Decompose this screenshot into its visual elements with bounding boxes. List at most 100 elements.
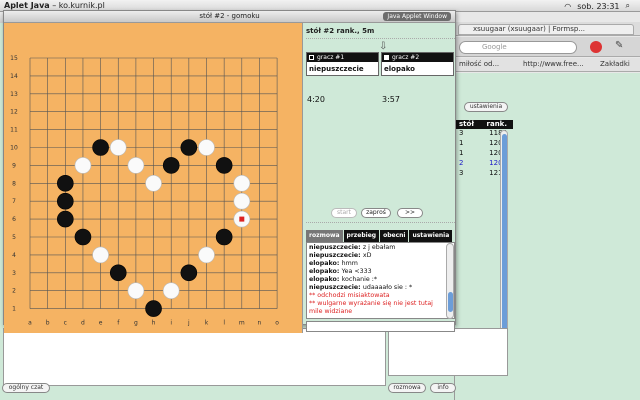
- chat-nick: niepuszczecie:: [309, 284, 363, 291]
- black-stone: [215, 228, 233, 246]
- white-stone: [127, 157, 145, 174]
- tab-history[interactable]: przebieg: [343, 230, 380, 242]
- white-stone: [233, 175, 251, 192]
- lobby-user-list[interactable]: [388, 328, 508, 376]
- black-stone: [109, 264, 127, 282]
- column-label: f: [117, 320, 120, 327]
- row-label: 5: [12, 234, 16, 241]
- player-1-card[interactable]: gracz #1 niepuszczecie: [306, 52, 379, 76]
- chat-text: kochanie :*: [341, 276, 378, 283]
- lobby-chat-area[interactable]: [3, 328, 386, 386]
- stop-icon[interactable]: [590, 41, 602, 53]
- rank-scrollbar-thumb[interactable]: [502, 134, 507, 358]
- more-button[interactable]: >>: [397, 208, 423, 218]
- general-chat-button[interactable]: ogólny czat: [2, 383, 50, 393]
- rank-row-table: 1: [459, 139, 464, 147]
- chat-scrollbar-thumb[interactable]: [448, 292, 453, 312]
- column-label: a: [28, 320, 32, 327]
- black-stone: [180, 264, 198, 282]
- rank-row-table: 3: [459, 169, 464, 177]
- rank-table-header: stół rank.: [455, 120, 513, 129]
- row-label: 3: [12, 270, 16, 277]
- info-button[interactable]: info: [430, 383, 456, 393]
- tab-settings[interactable]: ustawienia: [409, 230, 453, 242]
- chat-text: xD: [362, 252, 372, 259]
- column-label: i: [170, 320, 172, 327]
- white-stone: [127, 282, 145, 300]
- tab-present[interactable]: obecni: [380, 230, 409, 242]
- tab-chat[interactable]: rozmowa: [306, 230, 343, 242]
- white-stone: [162, 282, 180, 300]
- chat-message: ** wulgarne wyrażanie się nie jest tutaj…: [309, 300, 433, 315]
- browser-tab[interactable]: xsuugaar (xsuugaar) | Formsp...: [458, 24, 634, 35]
- applet-title-bar[interactable]: stół #2 - gomoku Java Applet Window: [4, 11, 455, 23]
- row-label: 11: [10, 127, 18, 134]
- chat-input[interactable]: [306, 321, 455, 332]
- white-stone: [109, 139, 127, 156]
- browser-toolbar: Google ✎: [455, 37, 640, 57]
- app-name[interactable]: Aplet Java: [4, 1, 50, 10]
- chat-message: niepuszczecie: xD: [309, 252, 445, 260]
- spotlight-icon[interactable]: ⌕: [626, 1, 630, 11]
- player-2-clock: 3:57: [382, 95, 400, 104]
- chat-nick: elopako:: [309, 276, 342, 283]
- chat-nick: elopako:: [309, 260, 342, 267]
- bookmarks-bar: miłość od... http://www.free... Zakładki: [455, 58, 640, 72]
- chat-nick: elopako:: [309, 268, 342, 275]
- player-2-name[interactable]: elopako: [382, 62, 453, 73]
- column-label: j: [187, 320, 190, 327]
- row-label: 12: [10, 109, 18, 116]
- invite-button[interactable]: zaproś: [361, 208, 391, 218]
- chat-button[interactable]: rozmowa: [388, 383, 426, 393]
- black-stone: [74, 228, 92, 246]
- black-stone: [145, 300, 162, 317]
- board-canvas[interactable]: a b c d e f g h i j k l m n o 15 14 13 12 11 10 9 8 7 6 5 4 3 2 1: [4, 23, 303, 333]
- chat-message: elopako: Yea <333: [309, 268, 445, 276]
- row-label: 7: [12, 198, 16, 205]
- column-label: e: [99, 320, 103, 327]
- turn-arrow-icon: ⇩: [379, 41, 388, 52]
- last-move-marker: [239, 216, 245, 222]
- row-label: 8: [12, 180, 16, 187]
- rank-row-table: 2: [459, 159, 464, 167]
- player-2-label-text: gracz #2: [392, 54, 420, 61]
- column-label: l: [223, 320, 225, 327]
- window-title: ko.kurnik.pl: [58, 1, 105, 10]
- chat-nick: niepuszczecie:: [309, 252, 363, 259]
- chat-scrollbar[interactable]: [446, 243, 454, 319]
- white-stone: [233, 192, 251, 210]
- bookmark-item[interactable]: http://www.free...: [523, 60, 584, 68]
- chat-log[interactable]: niepuszczecie: z j ebałam niepuszczecie: …: [306, 242, 455, 319]
- black-stone: [56, 192, 74, 210]
- browser-tabs: xsuugaar (xsuugaar) | Formsp...: [455, 22, 640, 36]
- chat-message: elopako: kochanie :*: [309, 276, 445, 284]
- browser-search-input[interactable]: Google: [459, 41, 577, 54]
- column-label: o: [275, 320, 279, 327]
- chat-tabs: rozmowa przebieg obecni ustawienia: [306, 230, 453, 242]
- separator: [306, 222, 455, 223]
- bookmark-item[interactable]: miłość od...: [459, 60, 499, 68]
- wifi-icon[interactable]: ◠: [564, 2, 571, 11]
- gomoku-board[interactable]: a b c d e f g h i j k l m n o 15 14 13 12 11 10 9 8 7 6 5 4 3 2 1: [4, 23, 303, 333]
- chat-text: hmm: [341, 260, 358, 267]
- separator: [306, 38, 455, 39]
- white-stone: [198, 246, 215, 264]
- menubar-app[interactable]: Aplet Java – ko.kurnik.pl: [4, 1, 105, 10]
- bookmarks-menu[interactable]: Zakładki: [600, 60, 630, 68]
- player-1-name[interactable]: niepuszczecie: [307, 62, 378, 73]
- column-label: h: [152, 320, 156, 327]
- column-label: g: [134, 320, 138, 327]
- settings-button[interactable]: ustawienia: [464, 102, 508, 112]
- rank-scrollbar[interactable]: [500, 130, 508, 360]
- black-stone: [162, 157, 180, 174]
- white-stone-icon: [384, 55, 389, 60]
- row-label: 2: [12, 288, 16, 295]
- wrench-icon[interactable]: ✎: [615, 40, 623, 51]
- white-stone: [74, 157, 92, 174]
- clock[interactable]: sob. 23:31: [577, 2, 619, 11]
- column-label: c: [64, 320, 67, 327]
- row-label: 9: [12, 162, 16, 169]
- player-2-card[interactable]: gracz #2 elopako: [381, 52, 454, 76]
- start-button[interactable]: start: [331, 208, 357, 218]
- chat-nick: niepuszczecie:: [309, 244, 363, 251]
